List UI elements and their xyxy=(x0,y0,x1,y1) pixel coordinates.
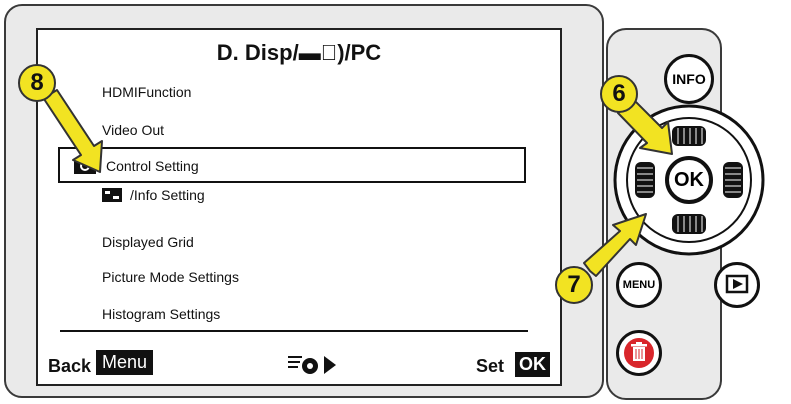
callout-arrows xyxy=(43,89,673,277)
callout-7: 7 xyxy=(555,266,593,304)
callout-8: 8 xyxy=(18,64,56,102)
arrow-7 xyxy=(583,213,647,277)
callout-6: 6 xyxy=(600,75,638,113)
arrow-8 xyxy=(43,89,103,173)
